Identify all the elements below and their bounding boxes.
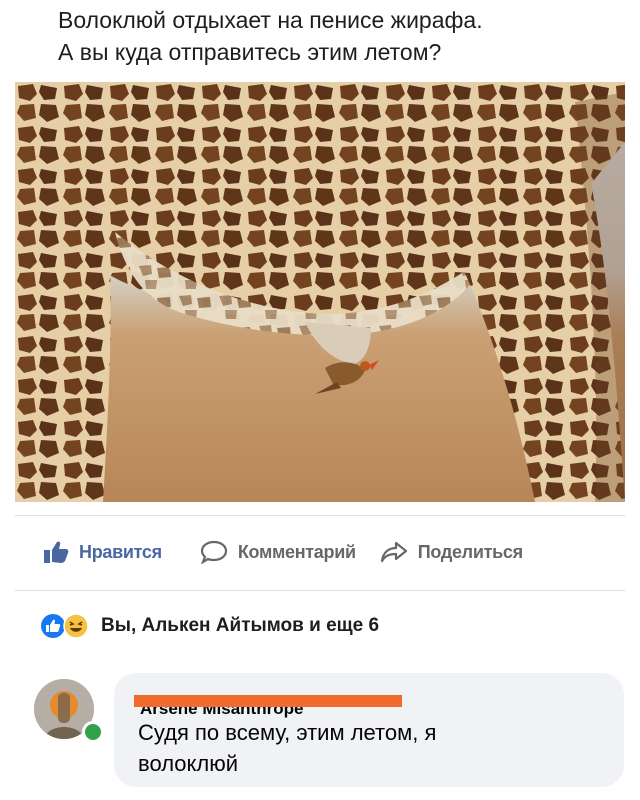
haha-icon xyxy=(63,613,89,639)
post-photo[interactable] xyxy=(15,82,625,502)
comment: Arsene Misanthrope Судя по всему, этим л… xyxy=(34,665,640,795)
share-label: Поделиться xyxy=(417,541,523,562)
comment-author[interactable]: Arsene Misanthrope xyxy=(134,683,402,718)
comment-text-line: Судя по всему, этим летом, я xyxy=(138,720,437,745)
reactions-summary[interactable]: Вы, Алькен Айтымов и еще 6 xyxy=(40,612,379,640)
post-card: Волоклюй отдыхает на пенисе жирафа. А вы… xyxy=(0,0,640,800)
comment-text: Судя по всему, этим летом, я волоклюй xyxy=(138,717,558,779)
giraffe-photo-illustration xyxy=(15,82,625,502)
post-text-line: А вы куда отправитесь этим летом? xyxy=(58,39,442,65)
online-status-dot xyxy=(82,721,104,743)
comment-button[interactable]: Комментарий xyxy=(200,540,356,564)
comment-bubble-icon xyxy=(200,540,227,564)
comment-bubble: Arsene Misanthrope Судя по всему, этим л… xyxy=(114,673,624,787)
comment-text-line: волоклюй xyxy=(138,751,239,776)
post-text-line: Волоклюй отдыхает на пенисе жирафа. xyxy=(58,7,483,33)
like-label: Нравится xyxy=(79,541,162,562)
divider xyxy=(15,590,625,591)
redaction-bar xyxy=(134,695,402,707)
post-text: Волоклюй отдыхает на пенисе жирафа. А вы… xyxy=(58,4,618,68)
share-button[interactable]: Поделиться xyxy=(380,540,523,564)
comment-label: Комментарий xyxy=(237,541,356,562)
reactions-text: Вы, Алькен Айтымов и еще 6 xyxy=(101,615,380,636)
like-button[interactable]: Нравится xyxy=(43,540,162,564)
reaction-icons xyxy=(40,613,89,639)
divider xyxy=(15,515,625,516)
post-actions-bar: Нравится Комментарий Поделиться xyxy=(15,530,625,574)
thumbs-up-icon xyxy=(44,541,69,563)
share-arrow-icon xyxy=(380,541,407,563)
